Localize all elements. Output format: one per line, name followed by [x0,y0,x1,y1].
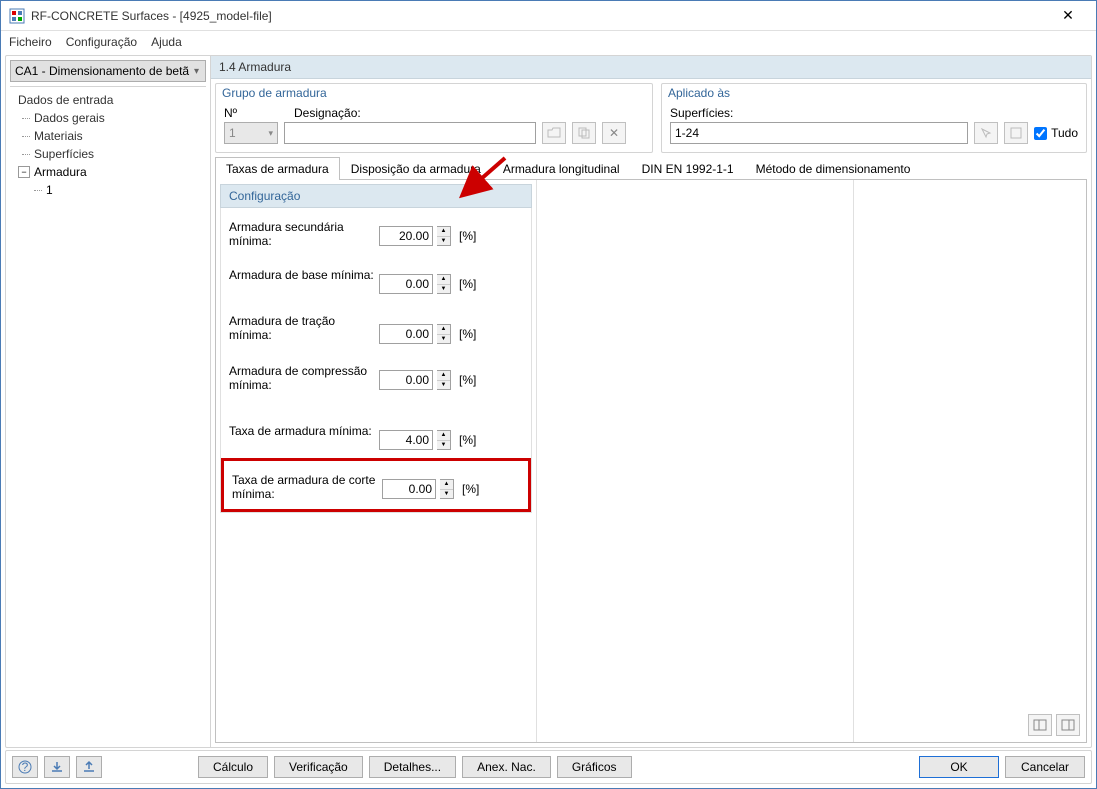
tab-din[interactable]: DIN EN 1992-1-1 [631,157,745,180]
tree-item-materials[interactable]: Materiais [10,127,206,145]
surfaces-input[interactable] [670,122,968,144]
minus-icon[interactable]: − [18,166,30,178]
import-button[interactable] [44,756,70,778]
row-reinf-rate-min: Taxa de armadura mínima: ▲▼ [%] [229,420,523,450]
spinner-buttons[interactable]: ▲▼ [437,324,451,344]
reinf-rate-min-input[interactable] [379,430,433,450]
graph-button[interactable]: Gráficos [557,756,632,778]
view-icon-2[interactable] [1056,714,1080,736]
reinforcement-group-box: Grupo de armadura Nº Designação: 1 ✕ [215,83,653,153]
cancel-button[interactable]: Cancelar [1005,756,1085,778]
case-combo[interactable]: CA1 - Dimensionamento de betã [10,60,206,82]
applied-to-box: Aplicado às Superfícies: Tudo [661,83,1087,153]
tab-rates[interactable]: Taxas de armadura [215,157,340,180]
base-min-input[interactable] [379,274,433,294]
view-icon-1[interactable] [1028,714,1052,736]
designation-input[interactable] [284,122,536,144]
row-base-min: Armadura de base mínima: ▲▼ [%] [229,264,523,294]
window-title: RF-CONCRETE Surfaces - [4925_model-file] [31,9,1048,23]
pick-icon[interactable] [974,122,998,144]
export-button[interactable] [76,756,102,778]
highlight-annotation: Taxa de armadura de corte mínima: ▲▼ [%] [221,458,531,512]
help-button[interactable]: ? [12,756,38,778]
chevron-down-icon: ▼ [437,237,450,246]
shear-rate-min-input[interactable] [382,479,436,499]
tension-min-input[interactable] [379,324,433,344]
spinner-buttons[interactable]: ▲▼ [437,226,451,246]
svg-text:?: ? [22,760,29,774]
spinner-buttons[interactable]: ▲▼ [440,479,454,499]
config-header: Configuração [220,184,532,208]
tab-longitudinal[interactable]: Armadura longitudinal [492,157,631,180]
chevron-up-icon: ▲ [437,227,450,237]
group-number-select[interactable]: 1 [224,122,278,144]
info-panel [854,180,1086,742]
select-all-icon[interactable] [1004,122,1028,144]
delete-icon[interactable]: ✕ [602,122,626,144]
tree-root[interactable]: Dados de entrada [10,91,206,109]
ok-button[interactable]: OK [919,756,999,778]
app-icon [9,8,25,24]
tab-layout[interactable]: Disposição da armadura [340,157,492,180]
tree-item-general[interactable]: Dados gerais [10,109,206,127]
spinner-buttons[interactable]: ▲▼ [437,430,451,450]
tree-item-surfaces[interactable]: Superfícies [10,145,206,163]
folder-open-icon[interactable] [542,122,566,144]
tree-item-reinf-1[interactable]: 1 [10,181,206,199]
tree-item-reinforcement[interactable]: − Armadura [10,163,206,181]
spinner-buttons[interactable]: ▲▼ [437,274,451,294]
preview-panel [536,180,854,742]
spinner-buttons[interactable]: ▲▼ [437,370,451,390]
copy-icon[interactable] [572,122,596,144]
menu-config[interactable]: Configuração [66,35,137,49]
compression-min-input[interactable] [379,370,433,390]
menu-file[interactable]: Ficheiro [9,35,52,49]
verify-button[interactable]: Verificação [274,756,363,778]
row-tension-min: Armadura de tração mínima: ▲▼ [%] [229,310,523,344]
row-secondary-min: Armadura secundária mínima: ▲▼ [%] [229,216,523,248]
nav-tree: Dados de entrada Dados gerais Materiais … [10,86,206,747]
calc-button[interactable]: Cálculo [198,756,268,778]
secondary-min-input[interactable] [379,226,433,246]
row-shear-rate-min: Taxa de armadura de corte mínima: ▲▼ [%] [232,469,520,501]
close-icon[interactable]: ✕ [1048,2,1088,30]
anex-button[interactable]: Anex. Nac. [462,756,551,778]
details-button[interactable]: Detalhes... [369,756,456,778]
tab-method[interactable]: Método de dimensionamento [745,157,922,180]
menu-help[interactable]: Ajuda [151,35,182,49]
row-compression-min: Armadura de compressão mínima: ▲▼ [%] [229,360,523,392]
all-checkbox[interactable]: Tudo [1034,126,1078,140]
section-title: 1.4 Armadura [211,56,1091,79]
